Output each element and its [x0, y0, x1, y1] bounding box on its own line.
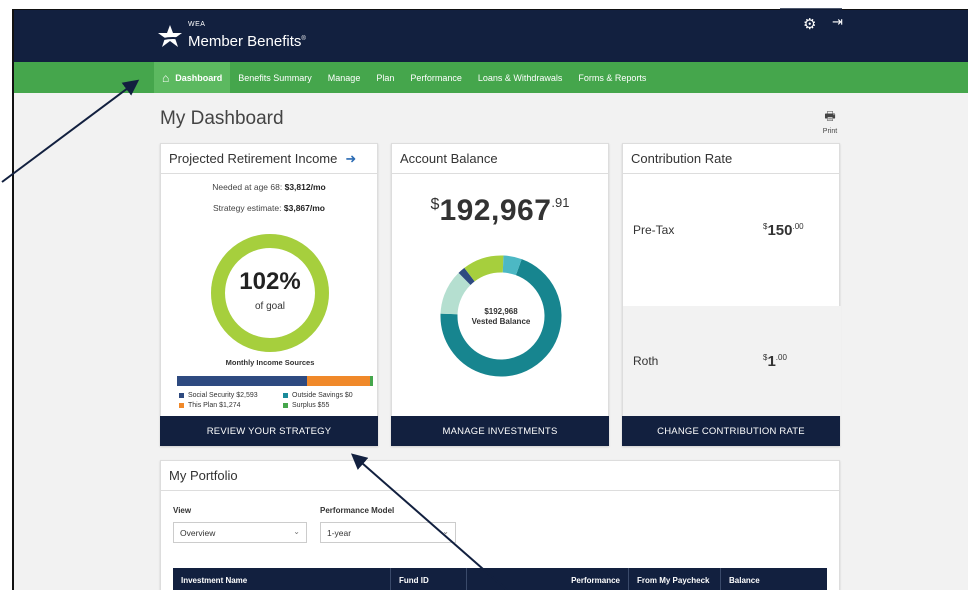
- annotation-arrows: [1, 8, 842, 590]
- arrow-to-review-button: [350, 453, 508, 590]
- arrow-to-dashboard: [1, 79, 140, 183]
